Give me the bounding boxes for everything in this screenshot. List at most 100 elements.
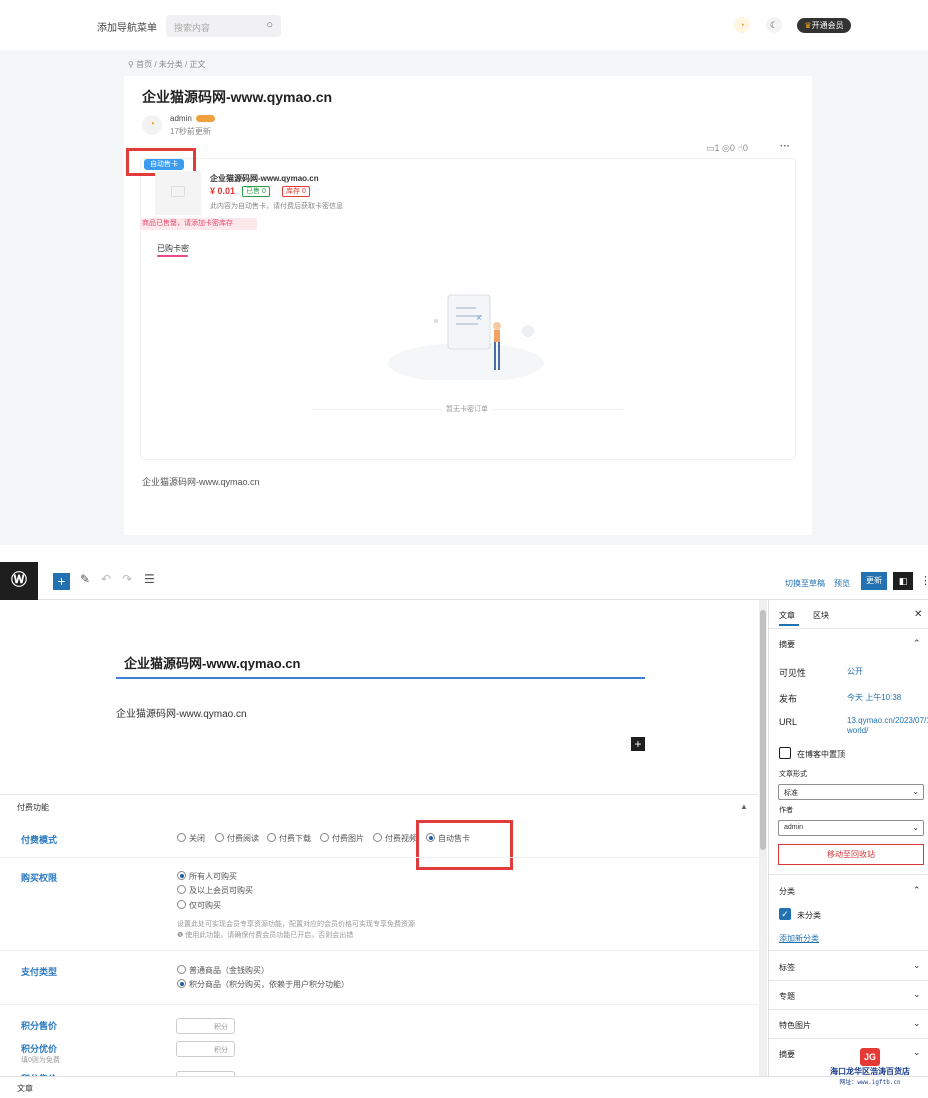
user-avatar-icon[interactable]: ◔ xyxy=(734,17,750,33)
site-search-input[interactable]: 搜索内容 ○ xyxy=(166,15,281,37)
undo-icon[interactable]: ↶ xyxy=(101,572,111,586)
metabox-heading[interactable]: 付费功能 xyxy=(17,802,49,813)
pay-mode-label: 付费模式 xyxy=(21,835,58,845)
permission-option-only[interactable]: 仅可购买 xyxy=(177,900,221,911)
radio[interactable] xyxy=(215,833,224,842)
vip-label: 开通会员 xyxy=(811,21,844,30)
buy-permission-label: 购买权限 xyxy=(21,873,58,883)
breadcrumb-post[interactable]: 文章 xyxy=(17,1083,33,1094)
product-name: 企业猫源码网-www.qymao.cn xyxy=(210,174,319,183)
pay-mode-option-read[interactable]: 付费阅读 xyxy=(215,833,259,844)
author-select[interactable]: admin ⌄ xyxy=(778,820,924,836)
tab-block[interactable]: 区块 xyxy=(813,610,829,621)
product-description: 此内容为自动售卡，请付费后获取卡密信息 xyxy=(210,203,343,210)
search-icon[interactable]: ○ xyxy=(266,19,273,31)
visibility-value[interactable]: 公开 xyxy=(847,667,863,677)
radio[interactable] xyxy=(177,833,186,842)
add-block-button[interactable]: + xyxy=(53,573,70,590)
breadcrumb-category[interactable]: 未分类 xyxy=(159,60,183,69)
radio[interactable] xyxy=(267,833,276,842)
excerpt-heading[interactable]: 摘要 xyxy=(779,1049,795,1060)
author-avatar[interactable]: ◔ xyxy=(142,115,162,135)
pay-mode-option-image[interactable]: 付费图片 xyxy=(320,833,364,844)
pen-tool-icon[interactable]: ✎ xyxy=(80,572,90,586)
list-view-icon[interactable]: ☰ xyxy=(144,572,155,586)
summary-heading[interactable]: 摘要 xyxy=(779,639,795,650)
radio[interactable] xyxy=(373,833,382,842)
radio-selected[interactable] xyxy=(177,871,186,880)
radio[interactable] xyxy=(177,900,186,909)
chevron-up-icon[interactable]: ⌃ xyxy=(913,885,921,896)
move-to-trash-button[interactable]: 移动至回收站 xyxy=(778,844,924,865)
add-category-link[interactable]: 添加新分类 xyxy=(779,933,819,944)
updated-time: 17秒前更新 xyxy=(170,127,211,136)
site-header: 添加导航菜单 搜索内容 ○ ◔ ☾ ♛开通会员 xyxy=(0,0,928,50)
more-options-icon[interactable]: ··· xyxy=(780,141,790,152)
image-placeholder-icon xyxy=(171,186,185,197)
update-button[interactable]: 更新 xyxy=(861,572,887,590)
tab-underline xyxy=(779,624,799,626)
topics-heading[interactable]: 专题 xyxy=(779,991,795,1002)
settings-icon[interactable]: ◧ xyxy=(893,572,913,590)
stock-badge: 库存 0 xyxy=(282,186,310,197)
points-price-input[interactable]: 积分 xyxy=(176,1018,235,1034)
pay-type-money[interactable]: 普通商品（金钱购买） xyxy=(177,965,269,976)
pay-mode-option-download[interactable]: 付费下载 xyxy=(267,833,311,844)
chevron-down-icon[interactable]: ⌄ xyxy=(913,1018,921,1029)
editor-post-title[interactable]: 企业猫源码网-www.qymao.cn xyxy=(124,653,300,672)
pay-type-points[interactable]: 积分商品（积分购买，依赖于用户积分功能） xyxy=(177,979,349,990)
tab-underline xyxy=(157,255,188,257)
product-price: ¥ 0.01 xyxy=(210,186,236,196)
preview-button[interactable]: 预览 xyxy=(834,578,850,589)
sticky-checkbox[interactable] xyxy=(779,747,791,759)
wordpress-logo-icon[interactable]: Ⓦ xyxy=(0,562,38,600)
add-nav-menu-link[interactable]: 添加导航菜单 xyxy=(97,19,157,34)
tags-heading[interactable]: 标签 xyxy=(779,962,795,973)
sold-badge: 已售 0 xyxy=(242,186,270,197)
editor-paragraph[interactable]: 企业猫源码网-www.qymao.cn xyxy=(116,705,247,720)
radio[interactable] xyxy=(320,833,329,842)
permission-option-all[interactable]: 所有人可购买 xyxy=(177,871,237,882)
search-placeholder: 搜索内容 xyxy=(174,23,211,33)
crown-icon: ♛ xyxy=(804,21,812,30)
option-label: 付费图片 xyxy=(332,834,364,843)
pay-mode-option-off[interactable]: 关闭 xyxy=(177,833,205,844)
publish-value[interactable]: 今天 上午10:38 xyxy=(847,693,901,703)
inline-add-block-button[interactable]: + xyxy=(631,737,645,751)
close-icon[interactable]: ✕ xyxy=(914,609,922,620)
chevron-down-icon[interactable]: ⌄ xyxy=(913,960,921,971)
featured-image-heading[interactable]: 特色图片 xyxy=(779,1020,811,1031)
switch-to-draft-button[interactable]: 切换至草稿 xyxy=(785,578,825,589)
row-divider xyxy=(0,857,758,858)
category-checkbox[interactable]: ✓ xyxy=(779,908,791,920)
points-discount-label: 积分优价 xyxy=(21,1044,58,1054)
categories-heading[interactable]: 分类 xyxy=(779,886,795,897)
moon-icon[interactable]: ☾ xyxy=(766,17,782,33)
editor-scrollbar[interactable] xyxy=(759,600,767,1076)
purchased-cards-tab[interactable]: 已购卡密 xyxy=(157,243,189,254)
chevron-up-icon[interactable]: ⌃ xyxy=(913,638,921,649)
more-menu-icon[interactable]: ⋮ xyxy=(920,574,928,587)
redo-icon[interactable]: ↷ xyxy=(122,572,132,586)
breadcrumb-home[interactable]: 首页 xyxy=(136,60,152,69)
permission-option-members[interactable]: 及以上会员可购买 xyxy=(177,885,253,896)
collapse-arrow-icon[interactable]: ▲ xyxy=(740,802,748,811)
format-select[interactable]: 标准 ⌄ xyxy=(778,784,924,800)
tab-post[interactable]: 文章 xyxy=(779,610,795,621)
chevron-down-icon: ⌄ xyxy=(912,787,919,796)
scrollbar-thumb[interactable] xyxy=(760,610,766,850)
vip-button[interactable]: ♛开通会员 xyxy=(797,18,851,33)
points-discount-input[interactable]: 积分 xyxy=(176,1041,235,1057)
editor-status-bar: 文章 xyxy=(0,1076,928,1098)
author-name[interactable]: admin xyxy=(170,114,192,123)
post-stats: ▭1 ◎0 ☝0 xyxy=(706,143,748,154)
url-value[interactable]: 13.qymao.cn/2023/07/19/hello-world/ xyxy=(847,716,928,736)
watermark: JG 海口龙华区浩涛百货店 网址：www.igftb.cn xyxy=(820,1048,920,1086)
radio[interactable] xyxy=(177,885,186,894)
pay-mode-option-video[interactable]: 付费视频 xyxy=(373,833,417,844)
permission-help-text: 设置此处可实现会员专享资源功能，配置对应的会员价格可实现专享免费资源 xyxy=(177,921,415,928)
chevron-down-icon[interactable]: ⌄ xyxy=(913,989,921,1000)
radio[interactable] xyxy=(177,965,186,974)
pay-type-label: 支付类型 xyxy=(21,967,58,977)
radio-selected[interactable] xyxy=(177,979,186,988)
